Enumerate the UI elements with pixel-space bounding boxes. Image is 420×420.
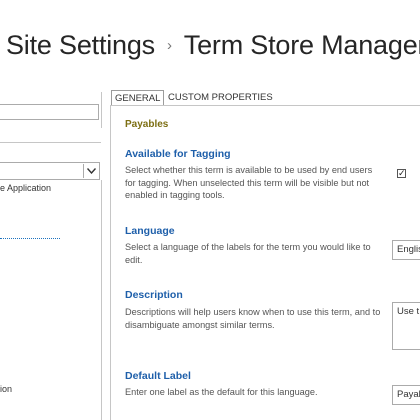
chevron-right-icon: › [167, 37, 172, 54]
chevron-down-icon[interactable] [83, 164, 98, 178]
page-title: Term Store Manager [183, 30, 420, 60]
panel-divider [110, 105, 111, 420]
tree-item-service-application[interactable]: e Application [0, 183, 51, 193]
tree-connector-line [0, 238, 60, 239]
panel-divider [101, 180, 102, 420]
breadcrumb: Site Settings › Term Store Manager [6, 30, 420, 61]
available-for-tagging-description: Select whether this term is available to… [125, 165, 373, 200]
description-textarea[interactable]: Use t [392, 302, 420, 350]
term-store-select[interactable] [0, 162, 100, 180]
term-properties-panel: GENERAL CUSTOM PROPERTIES Payables Avail… [110, 88, 420, 420]
tab-custom-properties[interactable]: CUSTOM PROPERTIES [165, 90, 276, 105]
check-icon: ✓ [398, 168, 406, 178]
available-for-tagging-checkbox[interactable]: ✓ [397, 169, 406, 178]
term-name-heading: Payables [125, 119, 169, 130]
tree-item[interactable]: ion [0, 384, 12, 394]
tab-general[interactable]: GENERAL [111, 90, 165, 105]
available-for-tagging-title: Available for Tagging [125, 148, 231, 160]
language-description: Select a language of the labels for the … [125, 242, 371, 265]
language-title: Language [125, 225, 175, 237]
panel-divider [101, 92, 102, 128]
default-label-description: Enter one label as the default for this … [125, 387, 318, 397]
language-select[interactable]: Englis [392, 240, 420, 260]
description-help-text: Descriptions will help users know when t… [125, 307, 381, 330]
default-label-title: Default Label [125, 370, 191, 382]
description-title: Description [125, 289, 183, 301]
panel-divider [0, 142, 101, 143]
tab-bar: GENERAL CUSTOM PROPERTIES [110, 88, 420, 107]
taxonomy-search-input[interactable] [0, 104, 99, 120]
breadcrumb-site-settings-link[interactable]: Site Settings [6, 30, 155, 60]
taxonomy-tree-panel: e Application ion [0, 88, 104, 420]
default-label-input[interactable]: Payab [392, 385, 420, 405]
tab-underline [110, 105, 420, 106]
